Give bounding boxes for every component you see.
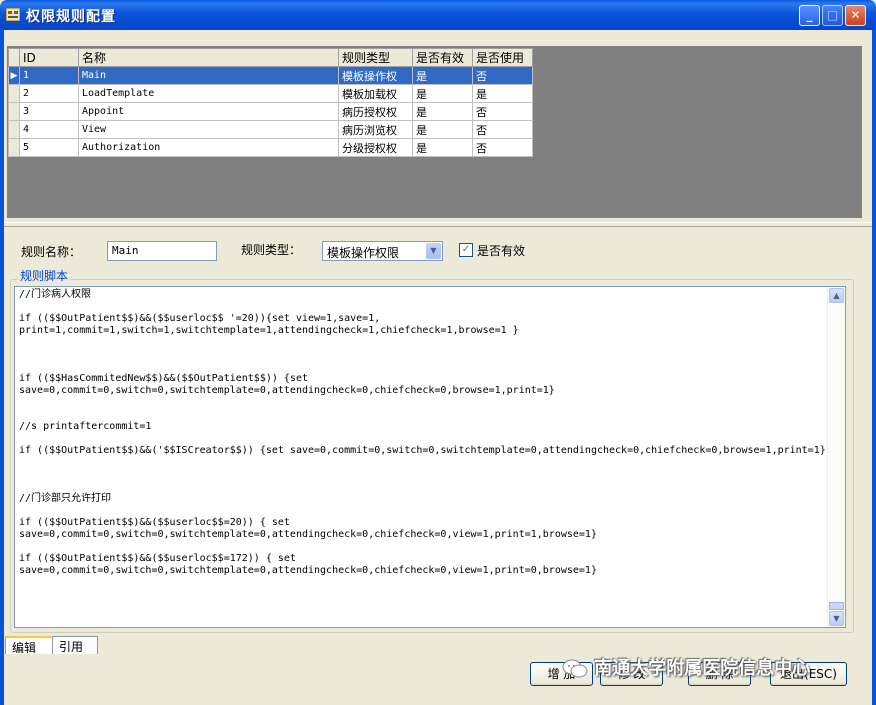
table-row[interactable]: ▶ 1 Main 模板操作权 是 否 — [8, 66, 533, 85]
close-icon: ✕ — [850, 8, 861, 22]
column-header-name[interactable]: 名称 — [78, 48, 339, 67]
maximize-button[interactable]: □ — [822, 5, 843, 26]
rule-type-value: 模板操作权限 — [327, 246, 400, 260]
cell-name[interactable]: Main — [78, 66, 339, 85]
rule-type-select[interactable]: 模板操作权限 ▼ — [322, 241, 443, 261]
table-row[interactable]: 2 LoadTemplate 模板加载权 是 是 — [8, 84, 533, 103]
cell-id[interactable]: 4 — [19, 120, 79, 139]
watermark-text: 南通大学附属医院信息中心 — [594, 658, 811, 679]
rule-type-label: 规则类型： — [241, 243, 302, 257]
cell-name[interactable]: Authorization — [78, 138, 339, 157]
minimize-icon: _ — [806, 8, 813, 22]
cell-name[interactable]: LoadTemplate — [78, 84, 339, 103]
cell-valid[interactable]: 是 — [412, 102, 473, 121]
title-bar[interactable]: 权限规则配置 _ □ ✕ — [0, 0, 876, 30]
checkmark-icon: ✓ — [461, 244, 471, 255]
cell-valid[interactable]: 是 — [412, 138, 473, 157]
cell-type[interactable]: 模板加载权 — [338, 84, 413, 103]
chevron-down-icon[interactable]: ▼ — [426, 243, 441, 259]
cell-id[interactable]: 1 — [19, 66, 79, 85]
row-header[interactable] — [8, 138, 20, 157]
script-scrollbar[interactable]: ▲ ▼ — [827, 287, 845, 627]
table-row[interactable]: 4 View 病历浏览权 是 否 — [8, 120, 533, 139]
script-group-title: 规则脚本 — [18, 267, 71, 284]
table-row[interactable]: 5 Authorization 分级授权权 是 否 — [8, 138, 533, 157]
cell-used[interactable]: 是 — [472, 84, 533, 103]
scroll-up-icon[interactable]: ▲ — [829, 288, 844, 303]
current-row-arrow-icon: ▶ — [8, 66, 20, 85]
cell-name[interactable]: View — [78, 120, 339, 139]
row-header[interactable] — [8, 102, 20, 121]
valid-checkbox-label: 是否有效 — [477, 244, 526, 258]
scroll-down-icon[interactable]: ▼ — [829, 611, 844, 626]
maximize-icon: □ — [826, 8, 839, 22]
panel-splitter[interactable] — [4, 222, 872, 227]
window-border-left — [0, 30, 4, 705]
cell-id[interactable]: 3 — [19, 102, 79, 121]
script-text[interactable]: //门诊病人权限 if (($$OutPatient$$)&&($$userlo… — [15, 287, 845, 579]
cell-type[interactable]: 模板操作权 — [338, 66, 413, 85]
tab-reference[interactable]: 引用 — [52, 636, 98, 654]
minimize-button[interactable]: _ — [799, 5, 820, 26]
window-border-right — [872, 30, 876, 705]
cell-used[interactable]: 否 — [472, 138, 533, 157]
scroll-thumb[interactable] — [829, 602, 844, 610]
rule-grid[interactable]: ID 名称 规则类型 是否有效 是否使用 ▶ 1 Main 模板操作权 是 否 … — [8, 48, 533, 157]
script-editor[interactable]: //门诊病人权限 if (($$OutPatient$$)&&($$userlo… — [14, 286, 846, 628]
window-title: 权限规则配置 — [26, 9, 116, 25]
cell-used[interactable]: 否 — [472, 120, 533, 139]
app-icon — [6, 8, 20, 21]
cell-used[interactable]: 否 — [472, 66, 533, 85]
cell-type[interactable]: 病历授权权 — [338, 102, 413, 121]
cell-id[interactable]: 5 — [19, 138, 79, 157]
row-header-corner — [8, 48, 20, 67]
cell-used[interactable]: 否 — [472, 102, 533, 121]
wechat-icon — [562, 659, 588, 678]
cell-type[interactable]: 病历浏览权 — [338, 120, 413, 139]
rule-name-input[interactable]: Main — [107, 241, 217, 261]
cell-name[interactable]: Appoint — [78, 102, 339, 121]
row-header[interactable] — [8, 120, 20, 139]
cell-valid[interactable]: 是 — [412, 66, 473, 85]
tab-edit[interactable]: 编辑 — [5, 636, 53, 655]
cell-id[interactable]: 2 — [19, 84, 79, 103]
row-header[interactable] — [8, 84, 20, 103]
column-header-id[interactable]: ID — [19, 48, 79, 67]
cell-type[interactable]: 分级授权权 — [338, 138, 413, 157]
column-header-used[interactable]: 是否使用 — [472, 48, 533, 67]
cell-valid[interactable]: 是 — [412, 120, 473, 139]
watermark: 南通大学附属医院信息中心 — [562, 654, 810, 680]
valid-checkbox[interactable]: ✓ — [459, 243, 473, 257]
close-button[interactable]: ✕ — [845, 5, 866, 26]
grid-header-row: ID 名称 规则类型 是否有效 是否使用 — [8, 48, 533, 67]
column-header-type[interactable]: 规则类型 — [338, 48, 413, 67]
rule-name-label: 规则名称： — [21, 245, 82, 259]
column-header-valid[interactable]: 是否有效 — [412, 48, 473, 67]
cell-valid[interactable]: 是 — [412, 84, 473, 103]
table-row[interactable]: 3 Appoint 病历授权权 是 否 — [8, 102, 533, 121]
